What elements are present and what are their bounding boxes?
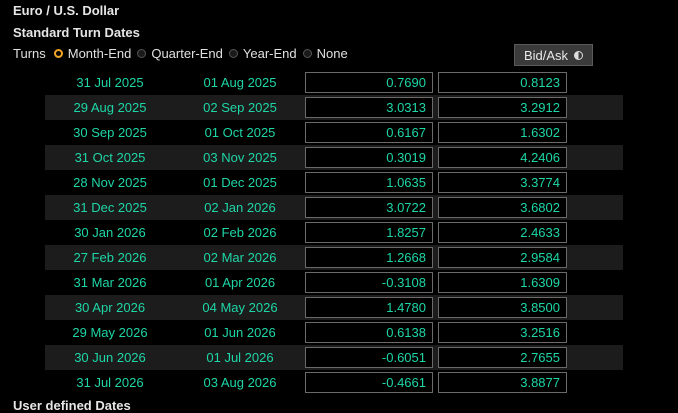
bid-value-field[interactable]: 1.4780: [305, 297, 433, 318]
table-row: 30 Apr 2026 04 May 2026 1.4780 3.8500: [45, 295, 623, 320]
ask-value-field[interactable]: 3.3774: [438, 172, 567, 193]
start-date-cell: 31 Mar 2026: [73, 275, 147, 290]
end-date-cell: 02 Feb 2026: [203, 225, 277, 240]
end-date-cell: 03 Aug 2026: [203, 375, 277, 390]
end-date-cell: 01 Oct 2025: [204, 125, 276, 140]
end-date-cell: 02 Jan 2026: [204, 200, 276, 215]
bid-value-field[interactable]: 1.2668: [305, 247, 433, 268]
start-date-cell: 29 May 2026: [72, 325, 148, 340]
radio-label: Year-End: [242, 45, 297, 61]
turns-option-year-end[interactable]: Year-End: [228, 45, 297, 61]
radio-button[interactable]: [228, 48, 238, 58]
radio-button[interactable]: [53, 48, 63, 58]
table-row: 29 Aug 2025 02 Sep 2025 3.0313 3.2912: [45, 95, 623, 120]
ask-value-field[interactable]: 1.6309: [438, 272, 567, 293]
bid-value-field[interactable]: 0.3019: [305, 147, 433, 168]
end-date-cell: 01 Dec 2025: [203, 175, 277, 190]
start-date-cell: 30 Sep 2025: [73, 125, 147, 140]
table-row: 31 Dec 2025 02 Jan 2026 3.0722 3.6802: [45, 195, 623, 220]
start-date-cell: 31 Oct 2025: [74, 150, 146, 165]
end-date-cell: 01 Aug 2025: [203, 75, 277, 90]
ask-value-field[interactable]: 4.2406: [438, 147, 567, 168]
bid-value-field[interactable]: 0.6138: [305, 322, 433, 343]
start-date-cell: 27 Feb 2026: [73, 250, 147, 265]
start-date-cell: 28 Nov 2025: [73, 175, 147, 190]
end-date-cell: 03 Nov 2025: [203, 150, 277, 165]
start-date-cell: 29 Aug 2025: [73, 100, 147, 115]
start-date-cell: 31 Dec 2025: [73, 200, 147, 215]
radio-button[interactable]: [302, 48, 312, 58]
ask-value-field[interactable]: 2.9584: [438, 247, 567, 268]
ask-value-field[interactable]: 2.7655: [438, 347, 567, 368]
bid-value-field[interactable]: 1.8257: [305, 222, 433, 243]
bid-value-field[interactable]: 1.0635: [305, 172, 433, 193]
start-date-cell: 31 Jul 2025: [76, 75, 144, 90]
ask-value-field[interactable]: 3.2912: [438, 97, 567, 118]
bid-value-field[interactable]: -0.4661: [305, 372, 433, 393]
end-date-cell: 01 Jul 2026: [206, 350, 274, 365]
bid-value-field[interactable]: -0.3108: [305, 272, 433, 293]
section-heading: Standard Turn Dates: [13, 25, 140, 40]
ask-value-field[interactable]: 3.8500: [438, 297, 567, 318]
turn-dates-table: 31 Jul 2025 01 Aug 2025 0.7690 0.8123 29 Aug…: [45, 70, 623, 395]
start-date-cell: 30 Jan 2026: [74, 225, 146, 240]
table-row: 28 Nov 2025 01 Dec 2025 1.0635 3.3774: [45, 170, 623, 195]
turns-option-none[interactable]: None: [302, 45, 348, 61]
start-date-cell: 31 Jul 2026: [76, 375, 144, 390]
table-row: 31 Jul 2025 01 Aug 2025 0.7690 0.8123: [45, 70, 623, 95]
user-defined-dates-heading: User defined Dates: [13, 398, 131, 413]
radio-label: Quarter-End: [151, 45, 223, 61]
table-row: 31 Mar 2026 01 Apr 2026 -0.3108 1.6309: [45, 270, 623, 295]
half-circle-icon: [574, 50, 584, 60]
bid-ask-toggle-button[interactable]: Bid/Ask: [514, 44, 593, 66]
table-row: 31 Jul 2026 03 Aug 2026 -0.4661 3.8877: [45, 370, 623, 395]
table-row: 27 Feb 2026 02 Mar 2026 1.2668 2.9584: [45, 245, 623, 270]
bid-value-field[interactable]: 0.7690: [305, 72, 433, 93]
end-date-cell: 04 May 2026: [202, 300, 278, 315]
bid-value-field[interactable]: 3.0722: [305, 197, 433, 218]
bid-value-field[interactable]: 0.6167: [305, 122, 433, 143]
turns-label: Turns: [13, 45, 46, 61]
bid-ask-label: Bid/Ask: [523, 47, 569, 63]
end-date-cell: 02 Mar 2026: [203, 250, 277, 265]
ask-value-field[interactable]: 2.4633: [438, 222, 567, 243]
turns-radio-group: Turns Month-End Quarter-End Year-End None: [13, 45, 354, 61]
ask-value-field[interactable]: 1.6302: [438, 122, 567, 143]
turns-option-quarter-end[interactable]: Quarter-End: [137, 46, 223, 61]
start-date-cell: 30 Apr 2026: [74, 300, 146, 315]
table-row: 30 Jun 2026 01 Jul 2026 -0.6051 2.7655: [45, 345, 623, 370]
end-date-cell: 02 Sep 2025: [203, 100, 277, 115]
table-row: 30 Jan 2026 02 Feb 2026 1.8257 2.4633: [45, 220, 623, 245]
bid-value-field[interactable]: -0.6051: [305, 347, 433, 368]
table-row: 29 May 2026 01 Jun 2026 0.6138 3.2516: [45, 320, 623, 345]
ask-value-field[interactable]: 3.2516: [438, 322, 567, 343]
instrument-title: Euro / U.S. Dollar: [13, 3, 120, 18]
end-date-cell: 01 Jun 2026: [204, 325, 276, 340]
bid-value-field[interactable]: 3.0313: [305, 97, 433, 118]
radio-label: None: [316, 45, 348, 61]
ask-value-field[interactable]: 3.8877: [438, 372, 567, 393]
ask-value-field[interactable]: 3.6802: [438, 197, 567, 218]
ask-value-field[interactable]: 0.8123: [438, 72, 567, 93]
radio-label: Month-End: [67, 45, 132, 61]
table-row: 31 Oct 2025 03 Nov 2025 0.3019 4.2406: [45, 145, 623, 170]
end-date-cell: 01 Apr 2026: [204, 275, 276, 290]
turns-option-month-end[interactable]: Month-End: [53, 45, 132, 61]
table-row: 30 Sep 2025 01 Oct 2025 0.6167 1.6302: [45, 120, 623, 145]
start-date-cell: 30 Jun 2026: [74, 350, 146, 365]
radio-button[interactable]: [137, 48, 147, 58]
